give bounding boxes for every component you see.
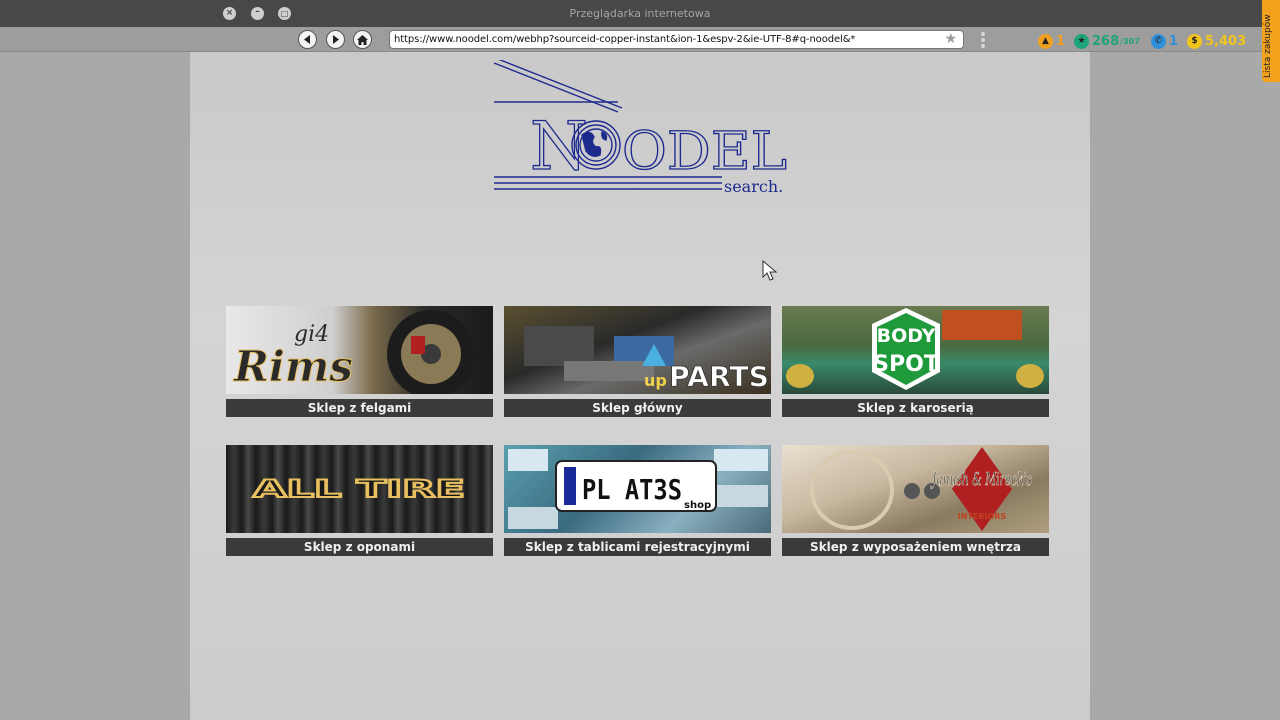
rims-art-sub: gi4 (294, 322, 329, 347)
body-banner[interactable]: BODY SPOT (782, 306, 1049, 394)
back-button[interactable] (298, 30, 317, 49)
address-text: https://www.noodel.com/webhp?sourceid-co… (394, 34, 856, 45)
tire-banner[interactable]: ALL TIRE (226, 445, 493, 533)
bookmark-star-icon[interactable]: ★ (944, 31, 957, 47)
tile-caption[interactable]: Sklep z oponami (226, 538, 493, 556)
parts-banner[interactable]: up PARTS (504, 306, 771, 394)
tile-caption[interactable]: Sklep z tablicami rejestracyjnymi (504, 538, 771, 556)
rims-art-main: Rims (233, 342, 353, 391)
reputation-max: /307 (1120, 36, 1140, 46)
shopping-list-label: Lista zakupów (1263, 14, 1273, 78)
tile-caption[interactable]: Sklep główny (504, 399, 771, 417)
window-titlebar: × – □ Przeglądarka internetowa (0, 0, 1280, 27)
level-value: 1 (1056, 33, 1066, 49)
money-value: 5,403 (1205, 33, 1247, 49)
tile-caption[interactable]: Sklep z karoserią (782, 399, 1049, 417)
interior-art-main: Janush & Mireck's (930, 469, 1032, 490)
shopping-list-tab[interactable]: Lista zakupów (1262, 0, 1280, 82)
calls-stat: ✆ 1 (1151, 33, 1178, 49)
tile-caption[interactable]: Sklep z wyposażeniem wnętrza (782, 538, 1049, 556)
plates-art-main: PL AT3S (582, 473, 682, 506)
home-icon (357, 34, 368, 45)
reputation-value: 268 (1092, 33, 1120, 49)
level-stat: ▲ 1 (1038, 33, 1065, 49)
mouse-cursor-icon (762, 260, 778, 281)
address-bar[interactable]: https://www.noodel.com/webhp?sourceid-co… (389, 30, 964, 49)
dollar-icon: $ (1187, 33, 1202, 49)
noodel-logo[interactable]: N ODEL search. (492, 60, 792, 205)
browser-toolbar: https://www.noodel.com/webhp?sourceid-co… (0, 27, 1280, 52)
parts-art-sub: up (644, 371, 667, 390)
reputation-icon: ★ (1074, 33, 1089, 49)
parts-art-main: PARTS (669, 360, 769, 393)
window-title: Przeglądarka internetowa (569, 7, 711, 20)
body-art-main: SPOT (873, 352, 939, 377)
logo-brand: ODEL (622, 122, 787, 182)
calls-value: 1 (1169, 33, 1179, 49)
rims-banner[interactable]: Rims gi4 (226, 306, 493, 394)
home-button[interactable] (353, 30, 372, 49)
forward-icon (333, 35, 339, 44)
plates-art-sub: shop (684, 500, 711, 511)
tire-art-main: ALL TIRE (253, 475, 465, 503)
body-art-sub: BODY (877, 325, 936, 347)
tile-caption[interactable]: Sklep z felgami (226, 399, 493, 417)
forward-button[interactable] (326, 30, 345, 49)
reputation-stat: ★ 268 /307 (1074, 33, 1140, 49)
svg-text:N: N (530, 108, 588, 185)
back-icon (304, 35, 310, 44)
plates-banner[interactable]: PL AT3S shop (504, 445, 771, 533)
logo-tagline: search. (724, 177, 783, 196)
phone-icon: ✆ (1151, 33, 1166, 49)
money-stat: $ 5,403 (1187, 33, 1246, 49)
level-icon: ▲ (1038, 33, 1053, 49)
interior-art-sub: INTERIORS (958, 512, 1007, 521)
web-page: N ODEL search. Rims gi4 Sklep z felgami (190, 52, 1090, 720)
interior-banner[interactable]: Janush & Mireck's INTERIORS (782, 445, 1049, 533)
menu-dots-icon[interactable] (981, 32, 985, 48)
